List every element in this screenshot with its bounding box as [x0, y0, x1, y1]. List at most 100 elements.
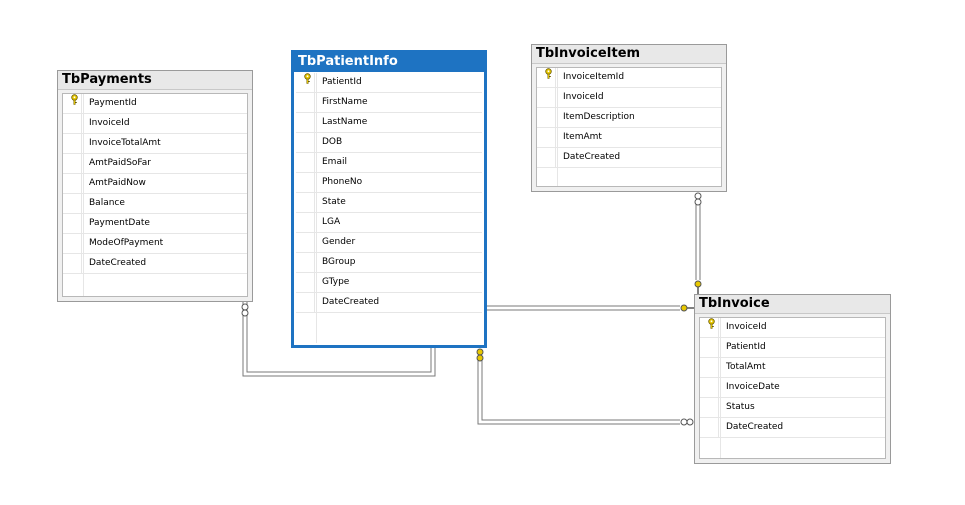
column-row[interactable]: PhoneNo	[296, 173, 482, 193]
row-selector	[67, 254, 82, 273]
column-row[interactable]: InvoiceDate	[700, 378, 885, 398]
row-selector	[67, 154, 82, 173]
row-selector	[704, 338, 719, 357]
relation-invoiceitem-invoice[interactable]	[694, 192, 702, 294]
key-icon	[694, 280, 702, 294]
column-row[interactable]: BGroup	[296, 253, 482, 273]
column-row[interactable]: InvoiceId	[700, 318, 885, 338]
table-tbinvoice[interactable]: TbInvoice InvoiceId PatientId TotalAmt Invo…	[694, 294, 891, 464]
column-row[interactable]: DOB	[296, 133, 482, 153]
column-name: Email	[322, 157, 347, 167]
column-row[interactable]: InvoiceId	[537, 88, 721, 108]
column-name: ItemAmt	[563, 132, 602, 142]
column-row[interactable]: Balance	[63, 194, 247, 214]
column-name: DOB	[322, 137, 343, 147]
column-row[interactable]: ItemDescription	[537, 108, 721, 128]
column-row[interactable]: FirstName	[296, 93, 482, 113]
row-selector	[300, 133, 315, 152]
column-row[interactable]: TotalAmt	[700, 358, 885, 378]
column-name: PatientId	[726, 342, 766, 352]
column-name: AmtPaidSoFar	[89, 158, 151, 168]
key-icon	[541, 68, 556, 87]
table-title: TbPatientInfo	[294, 53, 484, 72]
row-selector	[300, 213, 315, 232]
key-icon	[300, 73, 315, 92]
column-name: PaymentId	[89, 98, 137, 108]
column-name: PatientId	[322, 77, 362, 87]
column-name: State	[322, 197, 346, 207]
column-name: LastName	[322, 117, 368, 127]
column-row[interactable]: ModeOfPayment	[63, 234, 247, 254]
row-selector	[300, 293, 315, 312]
column-list: InvoiceItemId InvoiceId ItemDescription Ite…	[536, 67, 722, 187]
row-selector	[300, 173, 315, 192]
column-name: InvoiceTotalAmt	[89, 138, 161, 148]
column-row[interactable]: PaymentDate	[63, 214, 247, 234]
column-row[interactable]: LastName	[296, 113, 482, 133]
column-row[interactable]: LGA	[296, 213, 482, 233]
row-selector	[704, 398, 719, 417]
relation-patientinfo-invoice-side[interactable]	[487, 304, 694, 312]
column-name: PhoneNo	[322, 177, 363, 187]
key-icon	[704, 318, 719, 337]
key-icon	[680, 304, 694, 312]
column-name: TotalAmt	[726, 362, 766, 372]
row-selector	[300, 113, 315, 132]
column-row[interactable]: PatientId	[296, 73, 482, 93]
row-selector	[67, 174, 82, 193]
column-row[interactable]: AmtPaidNow	[63, 174, 247, 194]
column-name: Balance	[89, 198, 125, 208]
table-tbpatientinfo[interactable]: TbPatientInfo PatientId FirstName LastName…	[291, 50, 487, 348]
column-row[interactable]: InvoiceTotalAmt	[63, 134, 247, 154]
column-name: ItemDescription	[563, 112, 635, 122]
column-name: InvoiceId	[563, 92, 604, 102]
column-row[interactable]: DateCreated	[63, 254, 247, 274]
table-tbinvoiceitem[interactable]: TbInvoiceItem InvoiceItemId InvoiceId Item…	[531, 44, 727, 192]
column-row[interactable]: InvoiceItemId	[537, 68, 721, 88]
column-row[interactable]: Email	[296, 153, 482, 173]
key-icon	[67, 94, 82, 113]
row-selector	[300, 233, 315, 252]
column-row[interactable]: DateCreated	[296, 293, 482, 313]
column-name: InvoiceItemId	[563, 72, 625, 82]
column-row[interactable]: Gender	[296, 233, 482, 253]
column-row[interactable]: AmtPaidSoFar	[63, 154, 247, 174]
column-row[interactable]: PaymentId	[63, 94, 247, 114]
column-name: BGroup	[322, 257, 356, 267]
row-selector	[541, 108, 556, 127]
row-selector	[300, 193, 315, 212]
column-row[interactable]: PatientId	[700, 338, 885, 358]
table-title: TbInvoiceItem	[532, 45, 726, 64]
column-name: LGA	[322, 217, 341, 227]
table-title: TbPayments	[58, 71, 252, 90]
column-name: DateCreated	[322, 297, 380, 307]
row-selector	[541, 128, 556, 147]
column-row[interactable]: GType	[296, 273, 482, 293]
infinity-icon	[694, 192, 702, 206]
column-name: DateCreated	[89, 258, 147, 268]
column-row[interactable]: DateCreated	[537, 148, 721, 168]
column-name: Status	[726, 402, 755, 412]
relation-patientinfo-invoice-bottom[interactable]	[476, 348, 694, 426]
column-name: AmtPaidNow	[89, 178, 146, 188]
column-list: InvoiceId PatientId TotalAmt InvoiceDate Sta…	[699, 317, 886, 459]
row-selector	[300, 273, 315, 292]
column-row[interactable]: InvoiceId	[63, 114, 247, 134]
column-row[interactable]: Status	[700, 398, 885, 418]
column-name: PaymentDate	[89, 218, 150, 228]
column-name: DateCreated	[726, 422, 784, 432]
column-row[interactable]: DateCreated	[700, 418, 885, 438]
row-selector	[67, 134, 82, 153]
row-selector	[67, 114, 82, 133]
row-selector	[300, 253, 315, 272]
column-row[interactable]: State	[296, 193, 482, 213]
column-name: GType	[322, 277, 350, 287]
row-selector	[704, 358, 719, 377]
row-selector	[704, 378, 719, 397]
column-name: ModeOfPayment	[89, 238, 164, 248]
row-selector	[67, 234, 82, 253]
column-name: Gender	[322, 237, 356, 247]
table-tbpayments[interactable]: TbPayments PaymentId InvoiceId InvoiceTota…	[57, 70, 253, 302]
column-name: InvoiceDate	[726, 382, 780, 392]
column-row[interactable]: ItemAmt	[537, 128, 721, 148]
